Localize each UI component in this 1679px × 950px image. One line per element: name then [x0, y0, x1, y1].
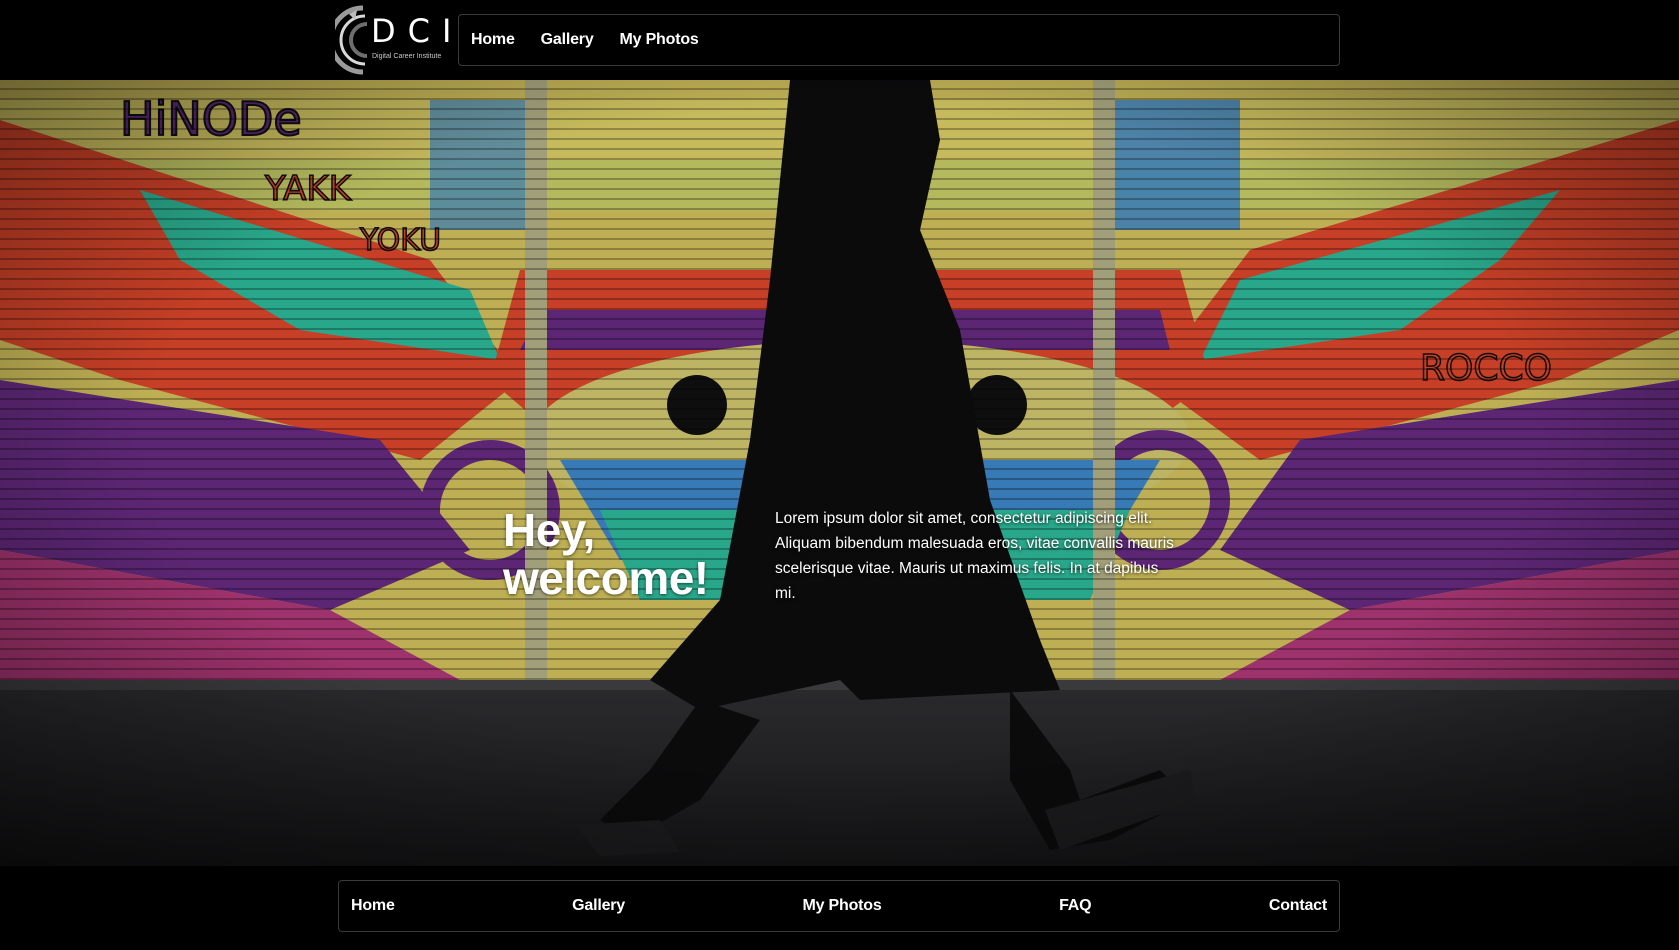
logo-wordmark: DCI: [371, 12, 464, 50]
site-header: DCI Digital Career Institute Home Galler…: [0, 0, 1679, 80]
dci-logo-mark-icon: [335, 5, 368, 75]
footer-nav-contact-link[interactable]: Contact: [1269, 897, 1327, 915]
top-nav-home-link[interactable]: Home: [471, 31, 515, 49]
top-nav-gallery-link[interactable]: Gallery: [541, 31, 594, 49]
footer-nav-my-photos-link[interactable]: My Photos: [802, 897, 881, 915]
hero-title: Hey, welcome!: [503, 504, 709, 604]
footer-nav-gallery-link[interactable]: Gallery: [572, 897, 625, 915]
footer-nav-faq-link[interactable]: FAQ: [1059, 897, 1091, 915]
logo-tagline: Digital Career Institute: [372, 53, 442, 60]
footer-navigation: Home Gallery My Photos FAQ Contact: [338, 880, 1340, 932]
site-footer: Home Gallery My Photos FAQ Contact: [0, 866, 1679, 950]
footer-nav-home-link[interactable]: Home: [351, 897, 395, 915]
top-nav-my-photos-link[interactable]: My Photos: [620, 31, 699, 49]
dci-logo[interactable]: DCI Digital Career Institute: [335, 4, 451, 76]
hero-section: HiNODe YAKK YOKU ROCCO Hey, welcome! Lor…: [0, 80, 1679, 866]
top-navigation: Home Gallery My Photos: [458, 14, 1340, 66]
page: DCI Digital Career Institute Home Galler…: [0, 0, 1679, 950]
street-art-photo-icon: HiNODe YAKK YOKU ROCCO: [0, 80, 1679, 866]
hero-body-text: Lorem ipsum dolor sit amet, consectetur …: [775, 510, 1174, 602]
